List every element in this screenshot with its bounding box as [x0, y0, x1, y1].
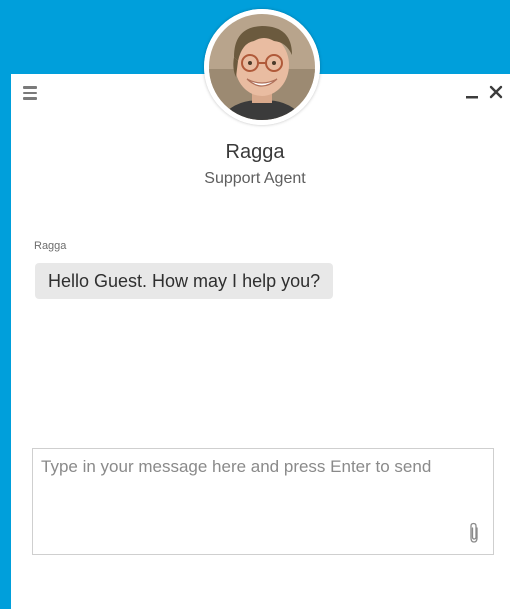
message-composer: [32, 448, 494, 555]
window-controls: [462, 80, 510, 104]
agent-name: Ragga: [225, 141, 285, 163]
message-bubble: Hello Guest. How may I help you?: [35, 263, 334, 299]
paperclip-icon[interactable]: [467, 522, 481, 544]
message-input[interactable]: [33, 449, 493, 554]
chat-widget-stage: Ragga Support Agent Ragga Hello Guest. H…: [0, 0, 510, 609]
agent-role: Support Agent: [204, 170, 306, 187]
hamburger-menu-icon[interactable]: [23, 86, 37, 100]
message-sender: Ragga: [34, 240, 67, 252]
minimize-icon[interactable]: [462, 80, 482, 104]
agent-avatar: [204, 9, 320, 125]
close-icon[interactable]: [486, 80, 506, 104]
